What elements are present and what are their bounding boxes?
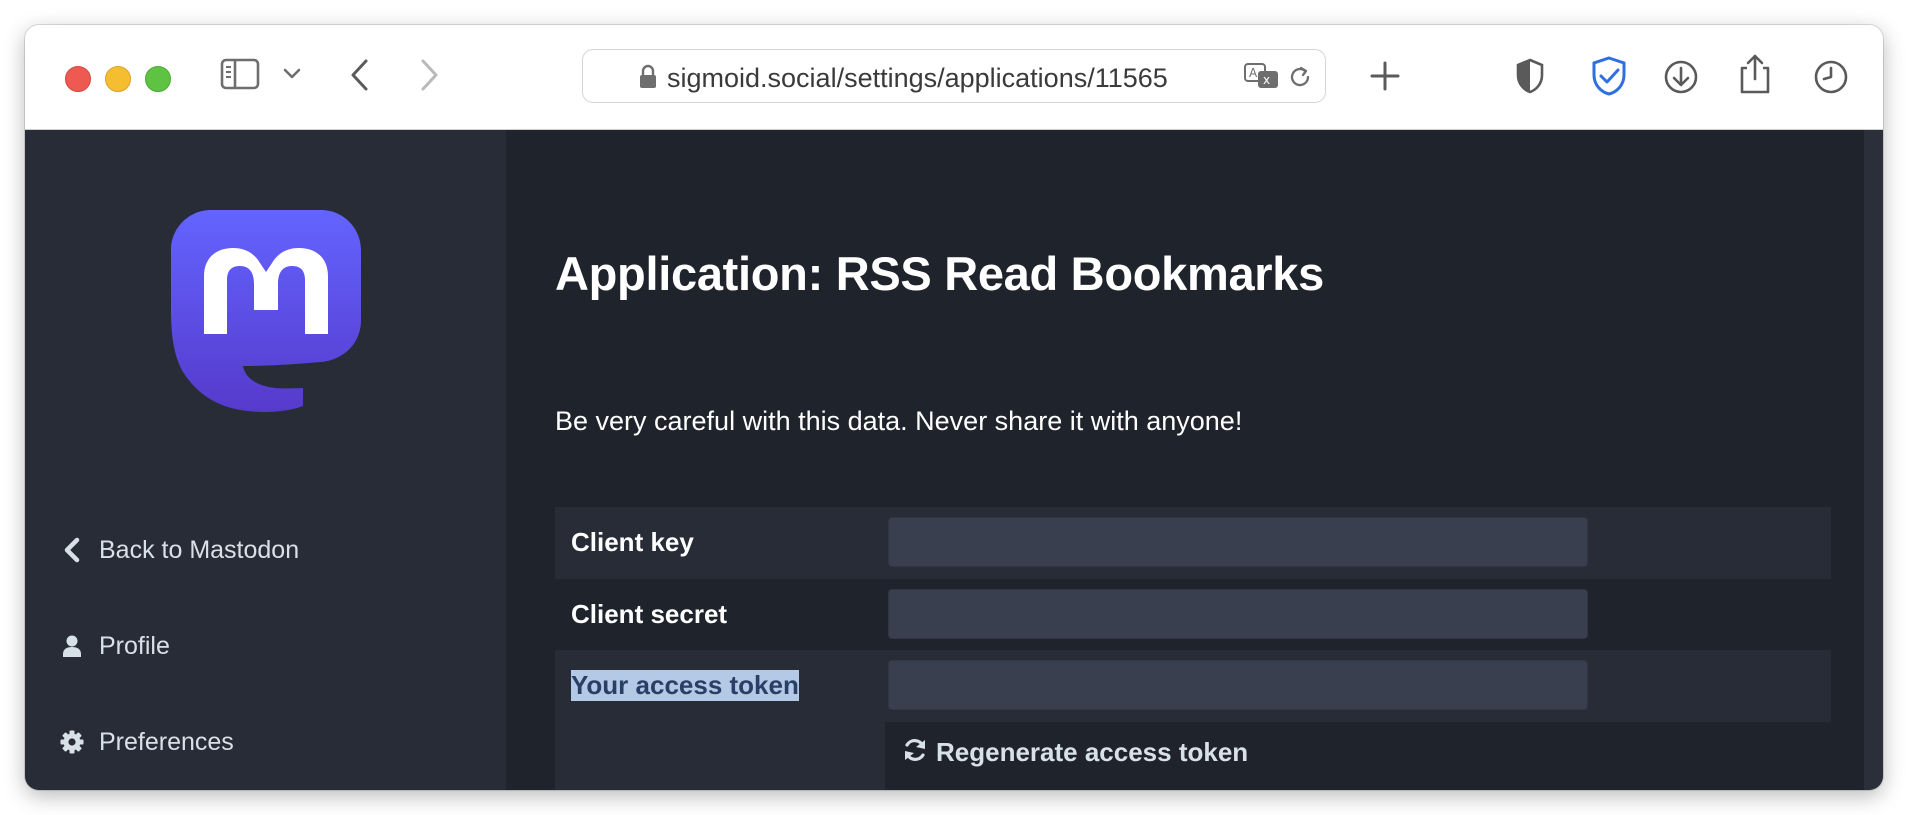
user-icon (60, 634, 84, 658)
client-key-label: Client key (571, 527, 694, 557)
sidebar-toggle-icon[interactable] (220, 58, 260, 90)
client-secret-field[interactable] (888, 589, 1588, 639)
sidebar-item-preferences[interactable]: Preferences (60, 722, 234, 762)
gear-icon (60, 730, 84, 754)
sidebar-item-label: Profile (99, 631, 170, 660)
back-arrow-icon[interactable] (348, 57, 372, 93)
download-icon[interactable] (1663, 59, 1699, 95)
regenerate-token-label: Regenerate access token (936, 736, 1249, 767)
chevron-left-icon (60, 537, 84, 563)
field-row-client-secret: Client secret (555, 579, 1831, 651)
forward-arrow-icon[interactable] (417, 57, 441, 93)
table-cell-empty (555, 722, 885, 790)
regenerate-token-button[interactable]: Regenerate access token (902, 734, 1248, 770)
sidebar-item-label: Back to Mastodon (99, 535, 300, 564)
web-page: Back to Mastodon Profile Preferences App… (25, 130, 1883, 790)
refresh-icon (902, 737, 928, 768)
history-clock-icon[interactable] (1813, 59, 1849, 95)
access-token-field[interactable] (888, 660, 1588, 710)
url-text: sigmoid.social/settings/applications/115… (667, 63, 1168, 93)
sidebar-item-back-to-mastodon[interactable]: Back to Mastodon (60, 530, 299, 570)
svg-text:x: x (1263, 73, 1270, 87)
warning-text: Be very careful with this data. Never sh… (555, 406, 1243, 436)
scrollbar-track[interactable] (1864, 130, 1883, 790)
browser-toolbar: sigmoid.social/settings/applications/115… (25, 25, 1883, 130)
client-key-field[interactable] (888, 517, 1588, 567)
share-icon[interactable] (1738, 52, 1772, 96)
maximize-window-button[interactable] (145, 66, 171, 92)
address-bar[interactable]: sigmoid.social/settings/applications/115… (582, 49, 1326, 103)
sidebar-item-label: Preferences (99, 727, 234, 756)
privacy-shield-check-icon[interactable] (1589, 55, 1629, 97)
chevron-down-icon[interactable] (282, 67, 302, 81)
lock-icon (638, 64, 658, 95)
browser-window: sigmoid.social/settings/applications/115… (25, 25, 1883, 790)
close-window-button[interactable] (65, 66, 91, 92)
field-row-client-key: Client key (555, 507, 1831, 579)
shield-icon[interactable] (1514, 57, 1546, 95)
sidebar-item-profile[interactable]: Profile (60, 626, 170, 666)
mastodon-logo[interactable] (171, 210, 361, 417)
field-row-access-token: Your access token (555, 650, 1831, 722)
reload-icon[interactable] (1287, 64, 1313, 95)
translate-icon[interactable]: Ax (1243, 62, 1281, 95)
client-secret-label: Client secret (571, 599, 728, 629)
minimize-window-button[interactable] (105, 66, 131, 92)
new-tab-icon[interactable] (1369, 60, 1401, 92)
access-token-label: Your access token (571, 670, 799, 701)
page-title: Application: RSS Read Bookmarks (555, 247, 1324, 300)
settings-sidebar: Back to Mastodon Profile Preferences (25, 130, 506, 790)
svg-text:A: A (1249, 66, 1258, 80)
